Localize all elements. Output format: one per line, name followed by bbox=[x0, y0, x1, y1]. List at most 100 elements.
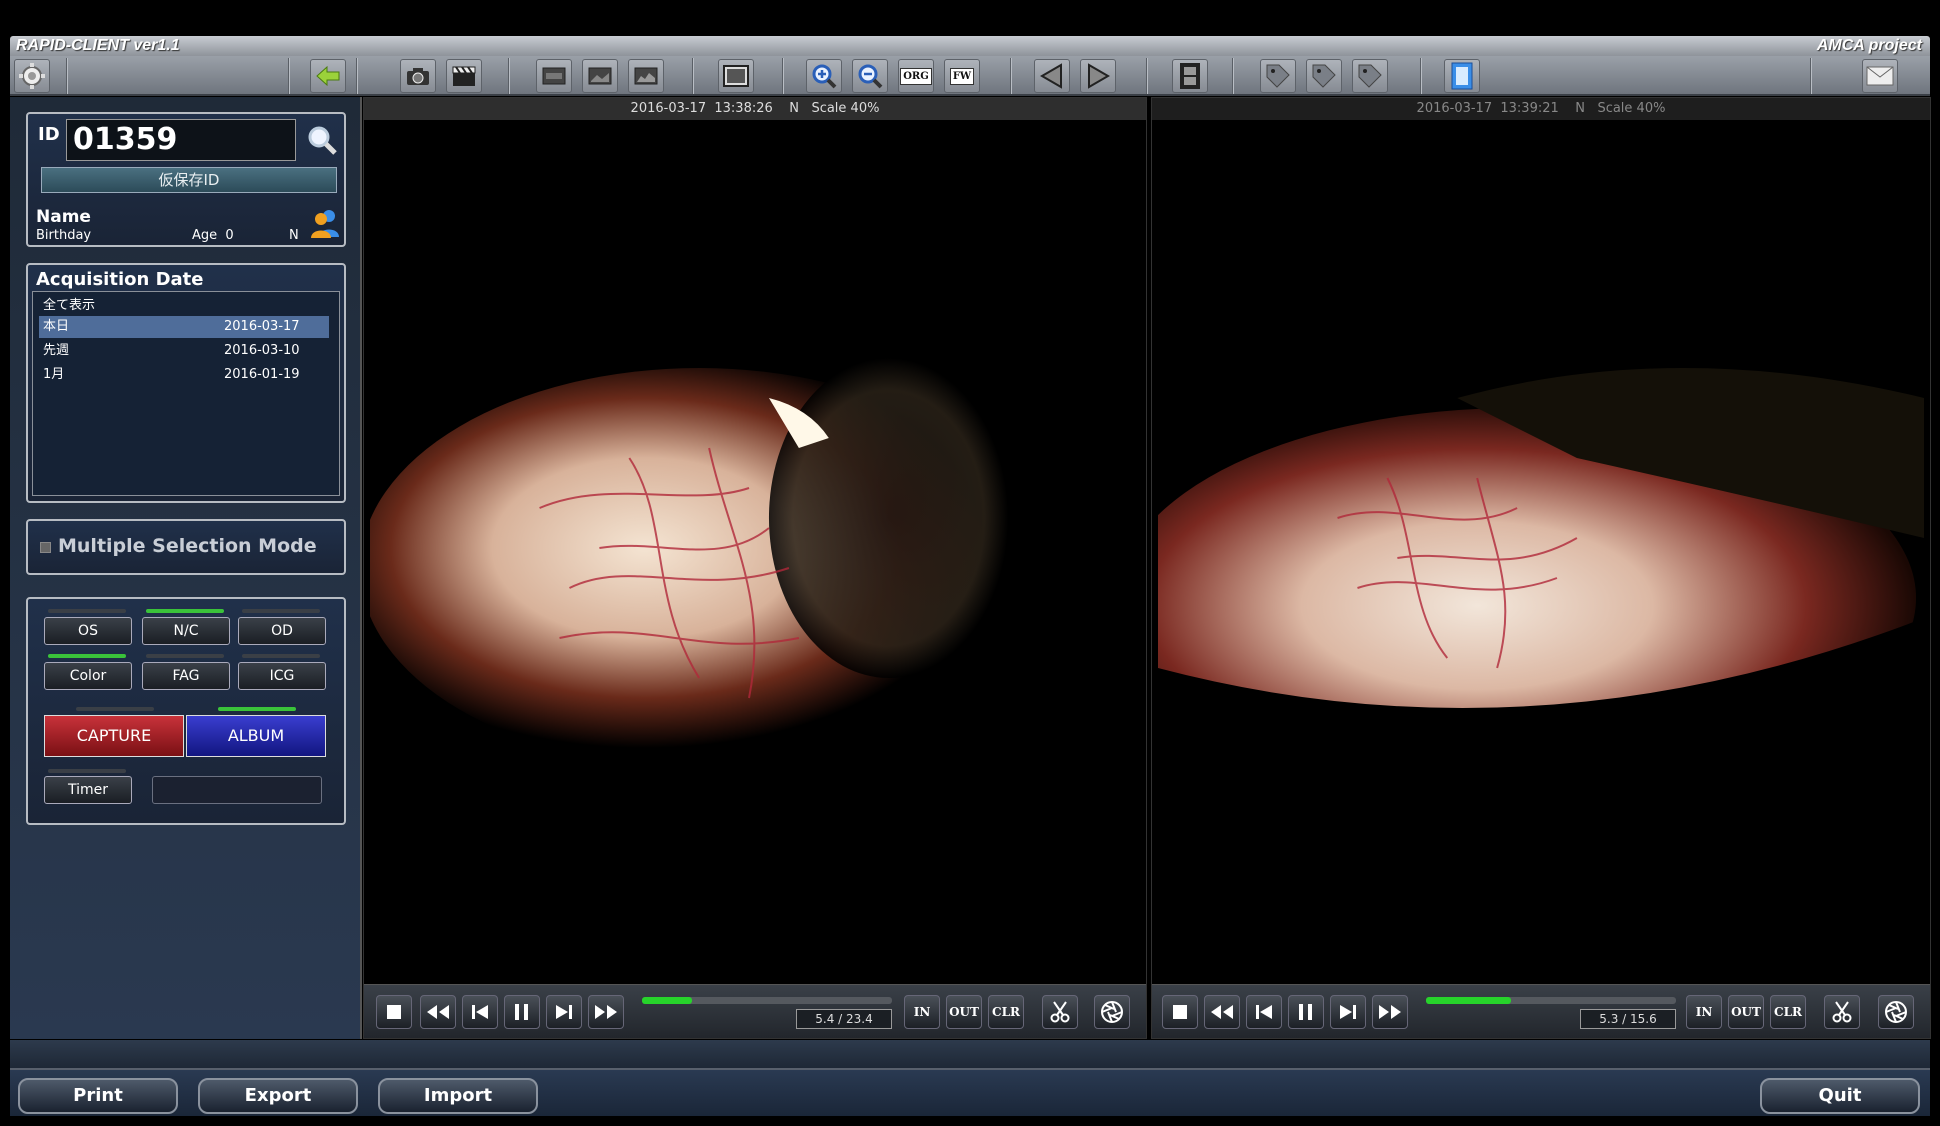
playback-progress[interactable] bbox=[642, 997, 892, 1004]
temp-id-button[interactable]: 仮保存ID bbox=[41, 167, 337, 193]
snapshot-button[interactable] bbox=[1094, 995, 1130, 1029]
tag-1-icon bbox=[1266, 64, 1290, 88]
print-button[interactable]: Print bbox=[18, 1078, 178, 1114]
step-back-button[interactable] bbox=[1246, 995, 1282, 1029]
image-frame-icon bbox=[723, 65, 749, 87]
person-icon[interactable] bbox=[310, 207, 340, 239]
playback-progress[interactable] bbox=[1426, 997, 1676, 1004]
capture-date: 2016-03-17 bbox=[1416, 101, 1493, 116]
patient-id-field[interactable]: 01359 bbox=[66, 119, 296, 161]
settings-button[interactable] bbox=[14, 59, 50, 93]
app-window: RAPID-CLIENT ver1.1 AMCA project ORG FW … bbox=[0, 0, 1940, 1126]
image-frame-button[interactable] bbox=[718, 59, 754, 93]
back-button[interactable] bbox=[310, 59, 346, 93]
left-image-viewer[interactable]: 2016-03-17 13:38:26 N Scale 40% 5.4 / 23… bbox=[363, 97, 1147, 1039]
org-button[interactable]: ORG bbox=[898, 59, 934, 93]
nc-button[interactable]: N/C bbox=[142, 617, 230, 645]
toolbar-separator bbox=[508, 58, 510, 94]
in-button[interactable]: IN bbox=[904, 995, 940, 1029]
stop-button[interactable] bbox=[1162, 995, 1198, 1029]
left-panel: ID 01359 仮保存ID Name Birthday Age 0 N Acq… bbox=[10, 97, 362, 1039]
fw-button[interactable]: FW bbox=[944, 59, 980, 93]
timer-field[interactable] bbox=[152, 776, 322, 804]
step-forward-button[interactable] bbox=[1330, 995, 1366, 1029]
snapshot-button[interactable] bbox=[1878, 995, 1914, 1029]
eye-image bbox=[1158, 338, 1924, 758]
clr-button[interactable]: CLR bbox=[1770, 995, 1806, 1029]
sex-value: N bbox=[289, 228, 299, 243]
fast-forward-button[interactable] bbox=[1372, 995, 1408, 1029]
rewind-button[interactable] bbox=[420, 995, 456, 1029]
search-icon[interactable] bbox=[306, 124, 338, 156]
layout-2-button[interactable] bbox=[582, 59, 618, 93]
multiple-selection-checkbox[interactable] bbox=[40, 542, 51, 553]
step-back-button[interactable] bbox=[462, 995, 498, 1029]
right-image-viewer[interactable]: 2016-03-17 13:39:21 N Scale 40% 5.3 / 15… bbox=[1151, 97, 1931, 1039]
acquisition-row-all[interactable]: 全て表示 bbox=[39, 295, 329, 317]
tag-3-button[interactable] bbox=[1352, 59, 1388, 93]
rewind-button[interactable] bbox=[1204, 995, 1240, 1029]
stop-button[interactable] bbox=[376, 995, 412, 1029]
cut-button[interactable] bbox=[1824, 995, 1860, 1029]
export-button[interactable]: Export bbox=[198, 1078, 358, 1114]
out-button[interactable]: OUT bbox=[946, 995, 982, 1029]
quit-button[interactable]: Quit bbox=[1760, 1078, 1920, 1114]
os-button[interactable]: OS bbox=[44, 617, 132, 645]
name-label: Name bbox=[36, 207, 91, 227]
viewer-header: 2016-03-17 13:38:26 N Scale 40% bbox=[364, 98, 1146, 120]
in-button[interactable]: IN bbox=[1686, 995, 1722, 1029]
multiple-selection-box[interactable]: Multiple Selection Mode bbox=[26, 519, 346, 575]
acquisition-row-last-week[interactable]: 先週 2016-03-10 bbox=[39, 340, 329, 362]
app-title: RAPID-CLIENT ver1.1 bbox=[16, 37, 180, 54]
toolbar-separator bbox=[1810, 58, 1812, 94]
mail-button[interactable] bbox=[1862, 59, 1898, 93]
fast-forward-button[interactable] bbox=[588, 995, 624, 1029]
album-button[interactable]: ALBUM bbox=[186, 715, 326, 757]
layout-3-icon bbox=[634, 67, 658, 85]
clr-button[interactable]: CLR bbox=[988, 995, 1024, 1029]
import-button[interactable]: Import bbox=[378, 1078, 538, 1114]
previous-button[interactable] bbox=[1034, 59, 1070, 93]
player-controls: 5.3 / 15.6 IN OUT CLR bbox=[1152, 984, 1930, 1038]
acquisition-row-january[interactable]: 1月 2016-01-19 bbox=[39, 364, 329, 386]
movie-button[interactable] bbox=[446, 59, 482, 93]
cut-button[interactable] bbox=[1042, 995, 1078, 1029]
tag-2-button[interactable] bbox=[1306, 59, 1342, 93]
camera-button[interactable] bbox=[400, 59, 436, 93]
film-button[interactable] bbox=[1172, 59, 1208, 93]
aperture-icon bbox=[1101, 1001, 1123, 1023]
layout-1-button[interactable] bbox=[536, 59, 572, 93]
time-display: 5.4 / 23.4 bbox=[796, 1009, 892, 1029]
color-button[interactable]: Color bbox=[44, 662, 132, 690]
next-button[interactable] bbox=[1080, 59, 1116, 93]
od-button[interactable]: OD bbox=[238, 617, 326, 645]
acquisition-row-today[interactable]: 本日 2016-03-17 bbox=[39, 316, 329, 338]
pause-button[interactable] bbox=[504, 995, 540, 1029]
timer-button[interactable]: Timer bbox=[44, 776, 132, 804]
tag-1-button[interactable] bbox=[1260, 59, 1296, 93]
toolbar-separator bbox=[66, 58, 68, 94]
pause-button[interactable] bbox=[1288, 995, 1324, 1029]
org-icon: ORG bbox=[900, 67, 932, 85]
out-button[interactable]: OUT bbox=[1728, 995, 1764, 1029]
pause-icon bbox=[515, 1004, 528, 1020]
layout-3-button[interactable] bbox=[628, 59, 664, 93]
icg-button[interactable]: ICG bbox=[238, 662, 326, 690]
acq-row-label: 1月 bbox=[43, 367, 65, 382]
notebook-icon bbox=[1451, 62, 1473, 90]
notebook-button[interactable] bbox=[1444, 59, 1480, 93]
toolbar-separator bbox=[1146, 58, 1148, 94]
capture-button[interactable]: CAPTURE bbox=[44, 715, 184, 757]
capture-mode: N bbox=[1575, 101, 1586, 116]
camera-icon bbox=[407, 68, 429, 85]
scissors-icon bbox=[1832, 1001, 1852, 1023]
od-indicator bbox=[242, 609, 320, 613]
progress-fill bbox=[642, 997, 692, 1004]
step-forward-button[interactable] bbox=[546, 995, 582, 1029]
next-icon bbox=[1088, 63, 1110, 89]
zoom-in-button[interactable] bbox=[806, 59, 842, 93]
fag-button[interactable]: FAG bbox=[142, 662, 230, 690]
zoom-out-button[interactable] bbox=[852, 59, 888, 93]
age-value: 0 bbox=[225, 228, 234, 243]
album-indicator bbox=[218, 707, 296, 711]
